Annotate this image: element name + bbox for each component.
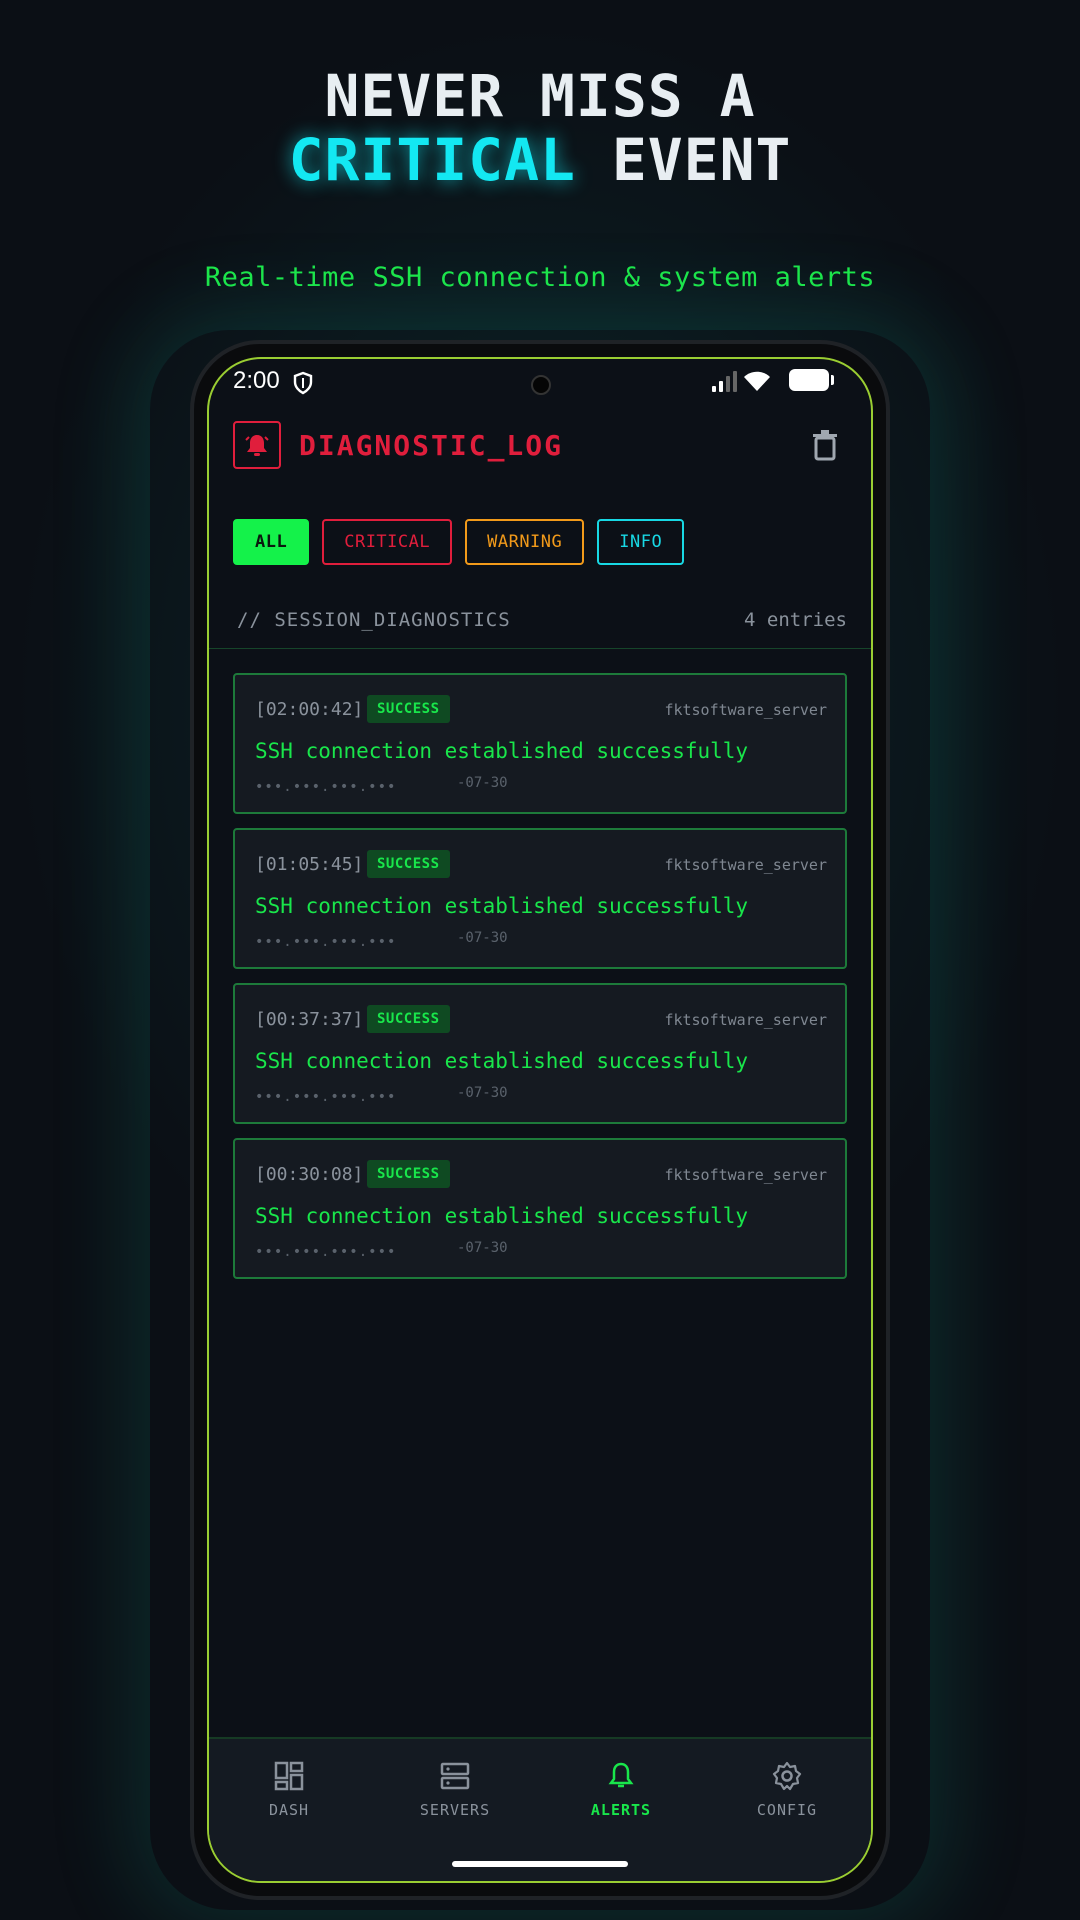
entry-ip: •••.•••.•••.••• (255, 1089, 397, 1105)
status-badge: SUCCESS (367, 695, 450, 723)
filter-critical-button[interactable]: CRITICAL (322, 519, 453, 565)
nav-alerts-label: ALERTS (590, 1801, 652, 1819)
app-bar: DIAGNOSTIC_LOG (233, 421, 847, 471)
headline-rest: EVENT (575, 126, 792, 194)
bell-icon (608, 1762, 634, 1788)
filter-chips: ALL CRITICAL WARNING INFO (233, 519, 685, 565)
entry-server: fktsoftware_server (664, 701, 827, 719)
home-indicator[interactable] (452, 1861, 628, 1867)
entry-message: SSH connection established successfully (255, 1204, 749, 1228)
status-badge: SUCCESS (367, 850, 450, 878)
status-time: 2:00 (233, 367, 280, 394)
app-title: DIAGNOSTIC_LOG (299, 429, 564, 462)
headline-accent: CRITICAL (288, 126, 576, 194)
battery-icon (789, 369, 834, 391)
entry-time: [00:30:08] (255, 1164, 364, 1185)
front-camera (531, 375, 551, 395)
entry-server: fktsoftware_server (664, 1166, 827, 1184)
entry-message: SSH connection established successfully (255, 894, 749, 918)
entry-time: [02:00:42] (255, 699, 364, 720)
entry-date: -07-30 (457, 1240, 508, 1256)
entry-date: -07-30 (457, 1085, 508, 1101)
entry-date: -07-30 (457, 775, 508, 791)
phone-screen: 2:00 DIAGNOSTIC_LOG ALL CRITICAL WARNING… (207, 357, 873, 1883)
gear-icon (772, 1761, 802, 1791)
entry-time: [01:05:45] (255, 854, 364, 875)
filter-all-button[interactable]: ALL (233, 519, 310, 565)
log-entry[interactable]: [00:37:37] SUCCESS fktsoftware_server SS… (233, 983, 847, 1124)
section-title: // SESSION_DIAGNOSTICS (237, 609, 511, 631)
section-header: // SESSION_DIAGNOSTICS 4 entries (209, 609, 871, 649)
filter-warning-button[interactable]: WARNING (465, 519, 585, 565)
dashboard-icon (274, 1761, 304, 1791)
trash-icon[interactable] (811, 429, 839, 461)
entry-date: -07-30 (457, 930, 508, 946)
entry-server: fktsoftware_server (664, 856, 827, 874)
nav-dash-label: DASH (268, 1801, 310, 1819)
nav-servers[interactable]: SERVERS (395, 1761, 515, 1819)
nav-config[interactable]: CONFIG (727, 1761, 847, 1819)
servers-icon (440, 1762, 470, 1790)
nav-dash[interactable]: DASH (229, 1761, 349, 1819)
wifi-icon (744, 371, 770, 391)
shield-icon (293, 371, 313, 395)
entry-ip: •••.•••.•••.••• (255, 779, 397, 795)
log-entry[interactable]: [00:30:08] SUCCESS fktsoftware_server SS… (233, 1138, 847, 1279)
status-bar: 2:00 (209, 359, 871, 407)
bottom-nav: DASH SERVERS ALERTS CONFIG (209, 1737, 871, 1881)
entry-server: fktsoftware_server (664, 1011, 827, 1029)
nav-alerts[interactable]: ALERTS (561, 1761, 681, 1819)
headline-line-1: NEVER MISS A (324, 62, 756, 130)
status-badge: SUCCESS (367, 1005, 450, 1033)
promo-subtitle: Real-time SSH connection & system alerts (204, 262, 876, 293)
log-entry[interactable]: [02:00:42] SUCCESS fktsoftware_server SS… (233, 673, 847, 814)
entry-message: SSH connection established successfully (255, 739, 749, 763)
nav-servers-label: SERVERS (419, 1801, 491, 1819)
entry-ip: •••.•••.•••.••• (255, 1244, 397, 1260)
nav-config-label: CONFIG (756, 1801, 818, 1819)
status-badge: SUCCESS (367, 1160, 450, 1188)
promo-headline: NEVER MISS A CRITICAL EVENT (0, 64, 1080, 192)
alarm-bell-icon (233, 421, 281, 469)
log-entry[interactable]: [01:05:45] SUCCESS fktsoftware_server SS… (233, 828, 847, 969)
entry-time: [00:37:37] (255, 1009, 364, 1030)
filter-info-button[interactable]: INFO (597, 519, 685, 565)
headline-line-2: CRITICAL EVENT (0, 128, 1080, 192)
log-list: [02:00:42] SUCCESS fktsoftware_server SS… (233, 673, 847, 1293)
entry-message: SSH connection established successfully (255, 1049, 749, 1073)
signal-icon (712, 371, 737, 392)
entry-count: 4 entries (744, 609, 847, 631)
entry-ip: •••.•••.•••.••• (255, 934, 397, 950)
